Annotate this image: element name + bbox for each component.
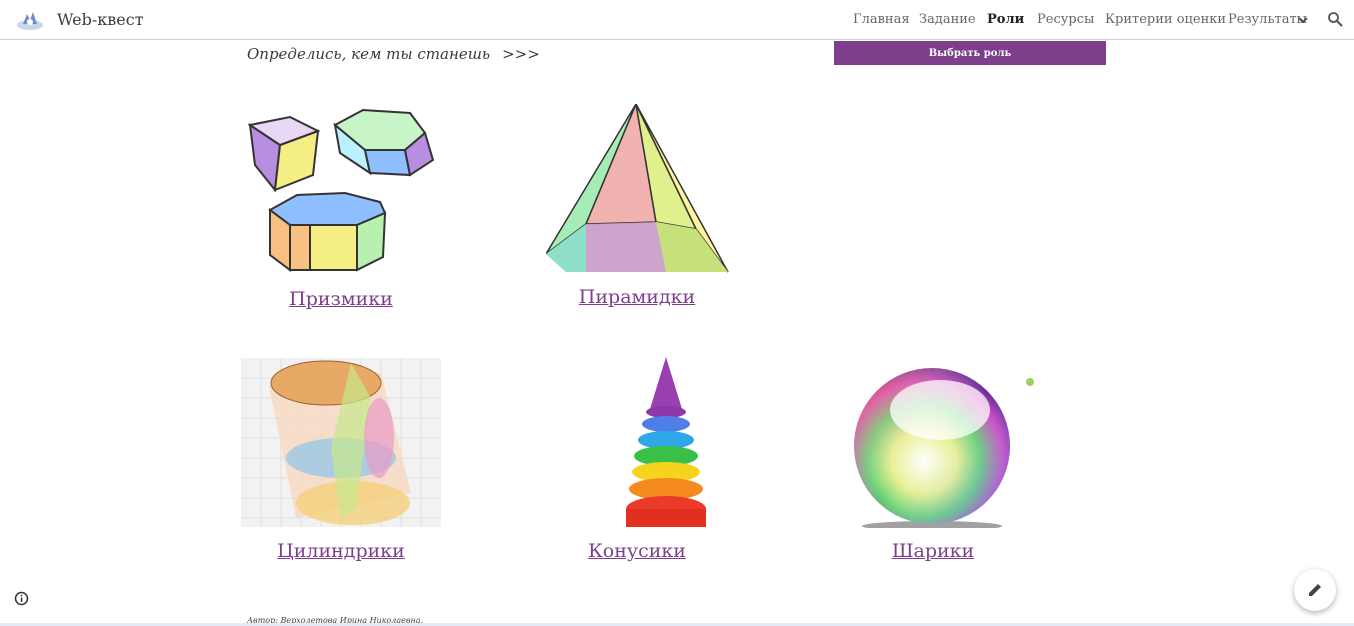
link-balls[interactable]: Шарики <box>833 540 1033 562</box>
cone-toy-image[interactable] <box>620 357 712 527</box>
intro-arrows: >>> <box>502 45 540 63</box>
top-header: Web-квест Главная Задание Роли Ресурсы К… <box>0 0 1354 40</box>
nav-home[interactable]: Главная <box>853 12 910 27</box>
prisms-image[interactable] <box>245 105 440 275</box>
pencil-icon <box>1309 584 1321 596</box>
site-logo-icon[interactable] <box>15 8 45 32</box>
link-pyramids[interactable]: Пирамидки <box>537 286 737 308</box>
link-cylinders[interactable]: Цилиндрики <box>241 540 441 562</box>
edit-button[interactable] <box>1294 569 1336 611</box>
cylinder-image[interactable] <box>241 358 441 527</box>
info-icon[interactable] <box>14 591 29 606</box>
intro-text: Определись, кем ты станешь >>> <box>247 45 540 63</box>
pyramid-image[interactable] <box>546 104 730 274</box>
ball-image[interactable] <box>848 360 1034 528</box>
nav-results[interactable]: Результаты <box>1228 12 1307 27</box>
site-title[interactable]: Web-квест <box>57 10 144 29</box>
intro-heading: Определись, кем ты станешь <box>247 45 491 63</box>
nav-criteria[interactable]: Критерии оценки <box>1105 12 1226 27</box>
nav-roles[interactable]: Роли <box>987 12 1024 27</box>
nav-task[interactable]: Задание <box>919 12 976 27</box>
link-cones[interactable]: Конусики <box>537 540 737 562</box>
link-prisms[interactable]: Призмики <box>241 288 441 310</box>
nav-resources[interactable]: Ресурсы <box>1037 12 1094 27</box>
chevron-down-icon[interactable] <box>1297 15 1309 25</box>
search-icon[interactable] <box>1327 11 1344 28</box>
choose-role-button[interactable]: Выбрать роль <box>834 41 1106 65</box>
